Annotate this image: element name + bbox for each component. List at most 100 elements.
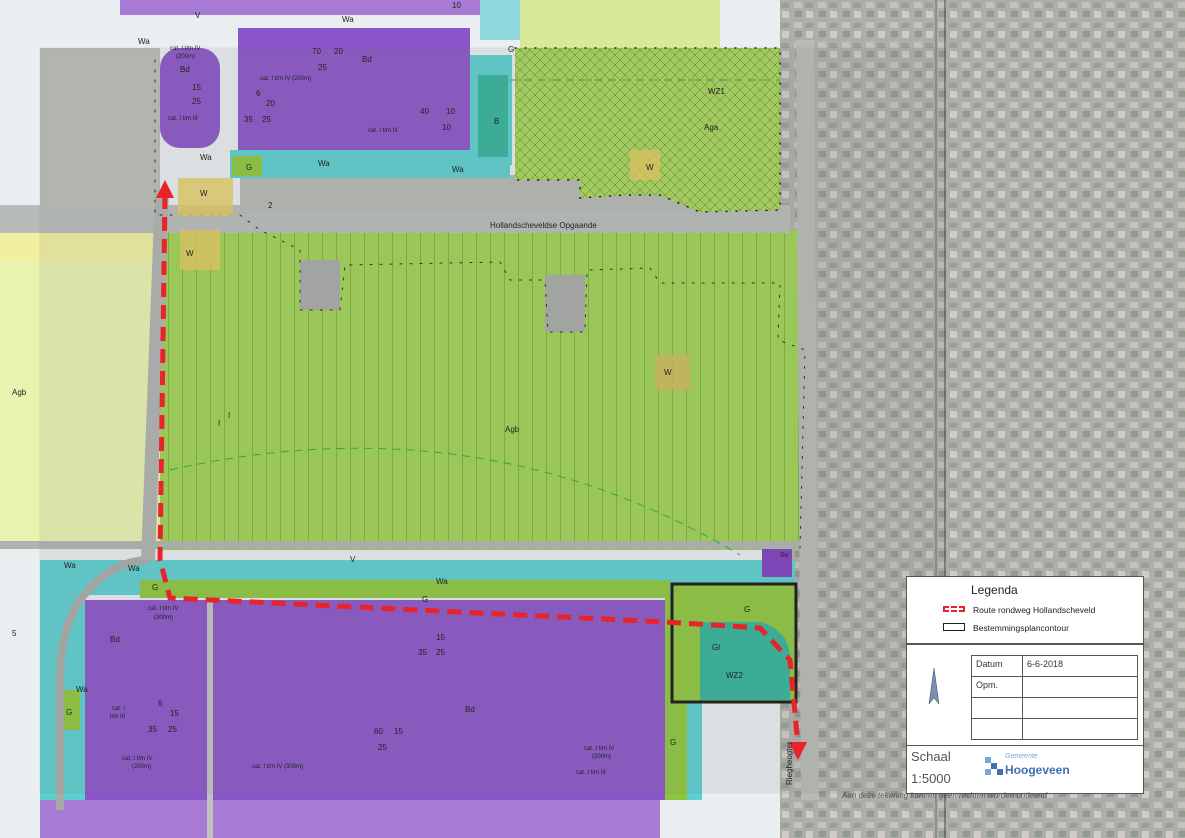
- label-wa-bottom2: Wa: [436, 577, 448, 586]
- annot-cat-d: cat. I t/m III: [368, 128, 398, 134]
- num-2: 2: [268, 201, 273, 210]
- label-bd-bottom-left: Bd: [110, 635, 120, 644]
- gemeente-logo: Gemeente Hoogeveen: [985, 749, 1105, 789]
- num-25c: 25: [192, 97, 201, 106]
- label-v2: V: [350, 555, 356, 564]
- empty-cell-3: [971, 718, 1023, 740]
- num-25f: 25: [378, 743, 387, 752]
- label-wa-right: Wa: [452, 165, 464, 174]
- label-wa-mid: Wa: [200, 153, 212, 162]
- num-70: 70: [312, 47, 321, 56]
- north-arrow-icon: [928, 668, 940, 705]
- annot-cat-a: cat. I t/m IV: [170, 46, 200, 52]
- zone-bd-bottom-lower: [40, 800, 660, 838]
- legend-title: Legenda: [971, 583, 1018, 597]
- num-35b: 35: [418, 648, 427, 657]
- label-w3: W: [664, 368, 672, 377]
- top-strip-purple: [120, 0, 480, 15]
- datum-label: Datum: [976, 659, 1003, 669]
- plan-overlay: [39, 47, 946, 794]
- annot-cat-c: cat. I t/m III: [168, 116, 198, 122]
- num-25a: 25: [318, 63, 327, 72]
- num-15b: 15: [436, 633, 445, 642]
- datum-label-cell: Datum: [971, 655, 1023, 677]
- num-25d: 25: [436, 648, 445, 657]
- annot-cat-g: cat. I t/m IV: [122, 756, 152, 762]
- logo-small-text: Gemeente: [1005, 753, 1038, 760]
- num-35c: 35: [148, 725, 157, 734]
- num-20b: 20: [266, 99, 275, 108]
- label-agb-left: Agb: [12, 388, 27, 397]
- legend-route-swatch: [943, 606, 965, 612]
- legend-route-label: Route rondweg Hollandscheveld: [973, 605, 1096, 615]
- logo-big-text: Hoogeveen: [1005, 763, 1070, 777]
- annot-cat-g2: (200m): [132, 764, 151, 770]
- num-6: 6: [256, 89, 261, 98]
- label-g-left: G: [66, 708, 72, 717]
- label-wa-mid2: Wa: [318, 159, 330, 168]
- opm-label-cell: Opm.: [971, 676, 1023, 698]
- label-v1: V: [195, 11, 201, 20]
- num-15a: 15: [192, 83, 201, 92]
- num-40: 40: [420, 107, 429, 116]
- label-g2: G: [246, 163, 252, 172]
- label-w2: W: [186, 249, 194, 258]
- num-5: 5: [12, 629, 17, 638]
- empty-cell-1: [971, 697, 1023, 719]
- annot-cat-a2: (200m): [176, 54, 195, 60]
- num-25b: 25: [262, 115, 271, 124]
- num-25e: 25: [168, 725, 177, 734]
- zone-w3-box: [655, 355, 690, 390]
- datum-value: 6-6-2018: [1027, 659, 1064, 669]
- annot-cat-e2: (300m): [154, 615, 173, 621]
- label-sv: Sv: [780, 552, 789, 559]
- label-aga: Aga: [704, 123, 719, 132]
- opm-label: Opm.: [976, 680, 999, 690]
- gemeente-logo-icon: [985, 757, 1003, 775]
- title-block: Datum 6-6-2018 Opm. Schaal 1:5000 Gemeen…: [906, 644, 1144, 794]
- label-i2: I: [218, 419, 220, 428]
- schaal-value: 1:5000: [911, 771, 951, 786]
- label-g3: G: [152, 583, 158, 592]
- annot-cat-i2: (200m): [592, 754, 611, 760]
- label-agb-center: Agb: [505, 425, 520, 434]
- label-gi: Gl: [712, 643, 720, 652]
- annot-cat-e: cat. I t/m IV: [148, 606, 178, 612]
- top-strip-green: [520, 0, 720, 48]
- legend-plan-label: Bestemmingsplancontour: [973, 623, 1069, 633]
- label-wa-top: Wa: [342, 15, 354, 24]
- legend: Legenda Route rondweg Hollandscheveld Be…: [906, 576, 1144, 644]
- label-wa-top-left: Wa: [138, 37, 150, 46]
- label-i1: I: [228, 411, 230, 420]
- annot-cat-f: cat. I: [112, 706, 125, 712]
- annot-cat-j: cat. I t/m III: [576, 770, 606, 776]
- num-35a: 35: [244, 115, 253, 124]
- zone-w4-box: [630, 150, 660, 180]
- annot-cat-b: cat. I t/m IV (200m): [260, 76, 311, 82]
- num-10c: 10: [452, 1, 461, 10]
- opm-value-cell: [1022, 676, 1138, 698]
- annot-cat-i: cat. I t/m IV: [584, 746, 614, 752]
- street-label-right: Riegheogter: [785, 741, 794, 785]
- num-15c: 15: [170, 709, 179, 718]
- annot-cat-f2: t/m III: [110, 714, 125, 720]
- label-w1: W: [200, 189, 208, 198]
- annot-cat-h: cat. I t/m IV (300m): [252, 764, 303, 770]
- empty-cell-2: [1022, 697, 1138, 719]
- datum-value-cell: 6-6-2018: [1022, 655, 1138, 677]
- label-bd-top: Bd: [362, 55, 372, 64]
- num-20a: 20: [334, 47, 343, 56]
- label-bd-small: Bd: [180, 65, 190, 74]
- schaal-label: Schaal: [911, 749, 951, 764]
- legend-plan-swatch: [943, 623, 965, 631]
- label-bd-bottom-center: Bd: [465, 705, 475, 714]
- label-wa-bottom-left: Wa: [64, 561, 76, 570]
- num-10b: 10: [442, 123, 451, 132]
- empty-cell-4: [1022, 718, 1138, 740]
- label-g5: G: [744, 605, 750, 614]
- num-15d: 15: [394, 727, 403, 736]
- road-label-hollandscheveldse: Hollandscheveldse Opgaande: [490, 221, 597, 230]
- label-g1: G: [508, 45, 514, 54]
- label-b: B: [494, 117, 499, 126]
- top-strip-water: [480, 0, 520, 40]
